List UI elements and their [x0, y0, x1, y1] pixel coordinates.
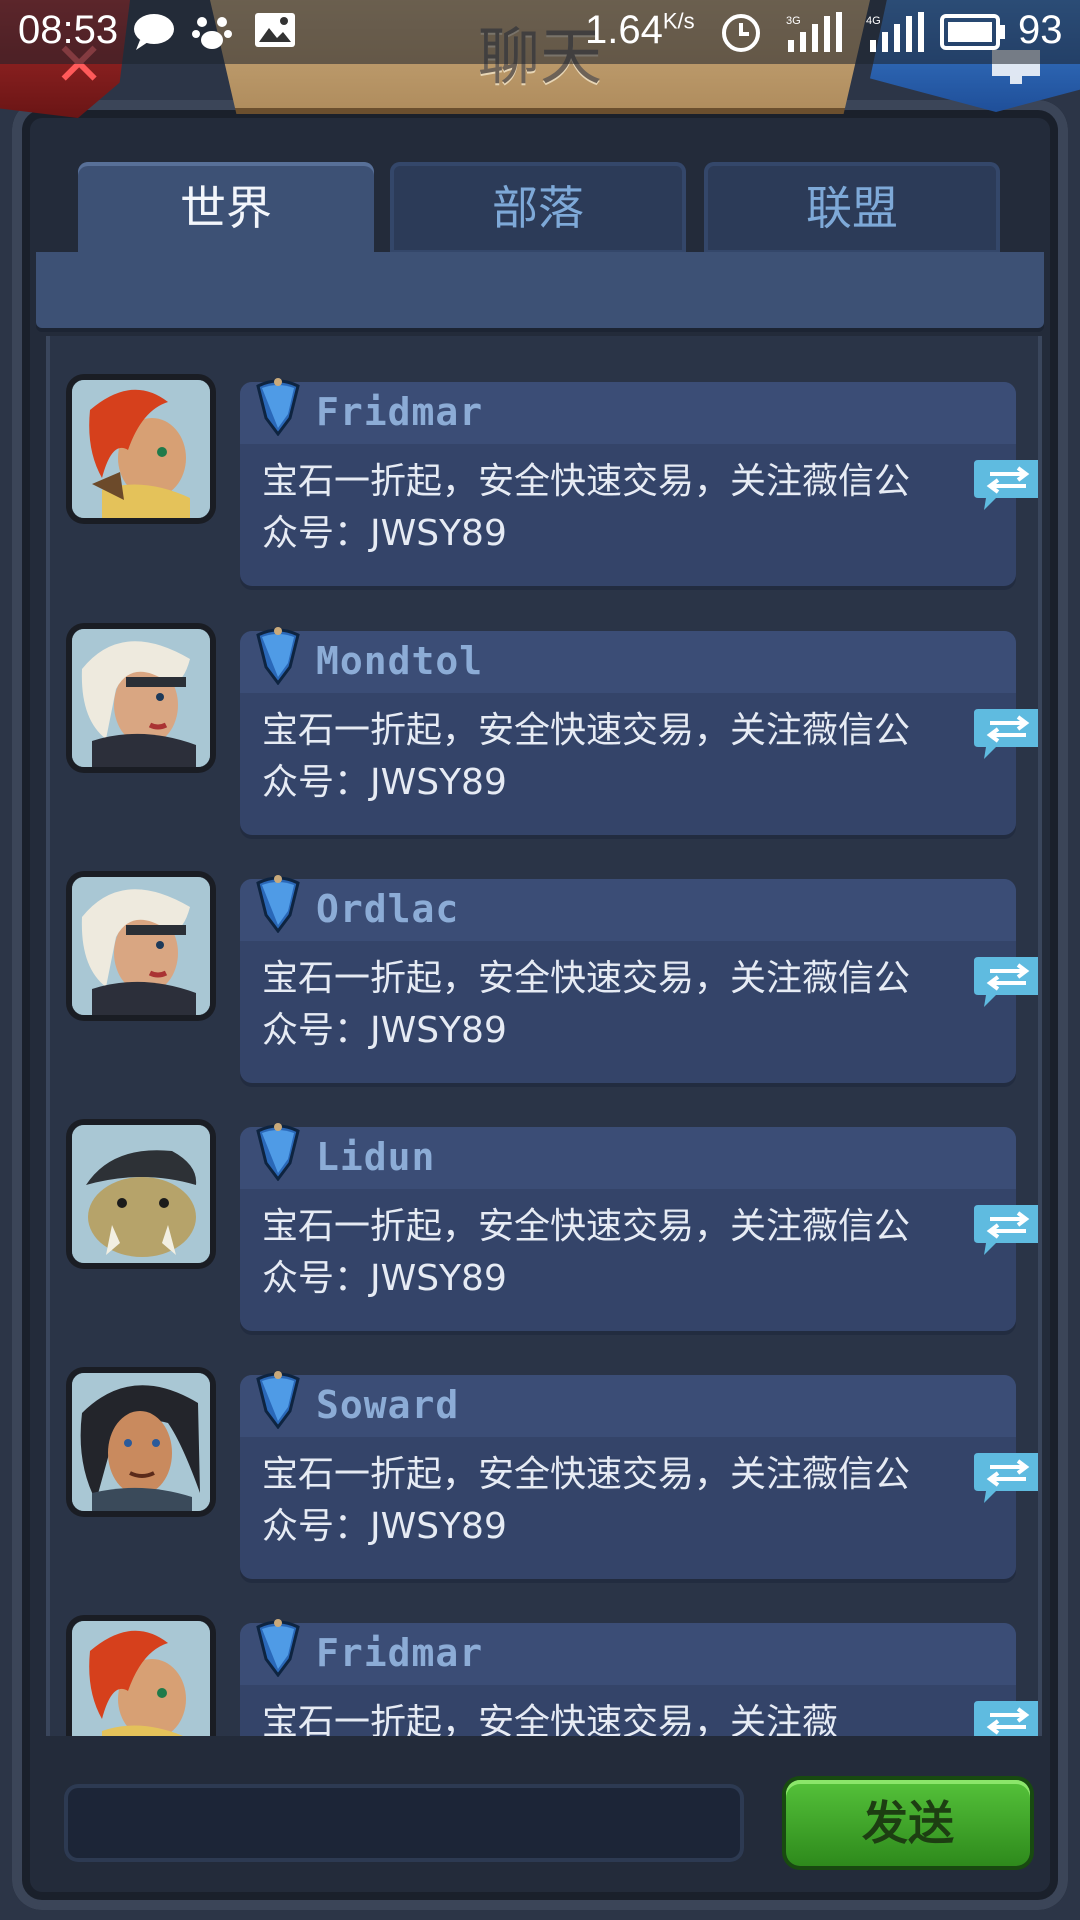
translate-icon[interactable] — [972, 705, 1042, 763]
message-bubble: Fridmar 宝石一折起，安全快速交易，关注薇信公众号：JWSY89 — [240, 378, 1038, 586]
sender-name[interactable]: Fridmar — [316, 1631, 483, 1675]
message-text: 宝石一折起，安全快速交易，关注薇信公众号：JWSY89 — [262, 1206, 911, 1299]
tab-tribe[interactable]: 部落 — [390, 162, 686, 254]
red-hair-warrior-avatar[interactable] — [72, 380, 210, 518]
shield-icon — [256, 875, 300, 933]
signal-3g-icon: 3G — [786, 12, 842, 52]
shield-icon — [256, 1123, 300, 1181]
message-text: 宝石一折起，安全快速交易，关注薇 — [262, 1702, 839, 1736]
list-item: Fridmar 宝石一折起，安全快速交易，关注薇 — [50, 1577, 1038, 1736]
shield-icon — [256, 378, 300, 436]
shield-icon — [256, 1371, 300, 1429]
message-bubble: Lidun 宝石一折起，安全快速交易，关注薇信公众号：JWSY89 — [240, 1123, 1038, 1331]
net-speed: 1.64K/s — [585, 8, 695, 52]
sender-name[interactable]: Mondtol — [316, 639, 483, 683]
status-time: 08:53 — [18, 8, 119, 52]
alarm-icon — [722, 14, 760, 52]
list-item: Mondtol 宝石一折起，安全快速交易，关注薇信公众号：JWSY89 — [50, 585, 1038, 835]
sender-name[interactable]: Lidun — [316, 1135, 435, 1179]
signal-4g-icon: 4G — [866, 12, 924, 52]
translate-icon[interactable] — [972, 1201, 1042, 1259]
translate-icon[interactable] — [972, 1449, 1042, 1507]
battery-percent: 93 — [1018, 8, 1063, 52]
sender-name[interactable]: Ordlac — [316, 887, 459, 931]
message-text: 宝石一折起，安全快速交易，关注薇信公众号：JWSY89 — [262, 710, 911, 803]
paw-app-icon — [192, 17, 232, 49]
svg-text:3G: 3G — [786, 15, 801, 27]
message-bubble: Ordlac 宝石一折起，安全快速交易，关注薇信公众号：JWSY89 — [240, 875, 1038, 1083]
message-text: 宝石一折起，安全快速交易，关注薇信公众号：JWSY89 — [262, 958, 911, 1051]
message-bubble: Mondtol 宝石一折起，安全快速交易，关注薇信公众号：JWSY89 — [240, 627, 1038, 835]
message-list[interactable]: Fridmar 宝石一折起，安全快速交易，关注薇信公众号：JWSY89 Mond… — [46, 336, 1042, 1736]
white-hair-woman-avatar[interactable] — [72, 629, 210, 767]
shield-icon — [256, 627, 300, 685]
red-hair-warrior-avatar[interactable] — [72, 1621, 210, 1736]
message-text: 宝石一折起，安全快速交易，关注薇信公众号：JWSY89 — [262, 1454, 911, 1547]
translate-icon[interactable] — [972, 456, 1042, 514]
translate-icon[interactable] — [972, 1697, 1042, 1736]
svg-text:4G: 4G — [866, 15, 881, 27]
list-item: Fridmar 宝石一折起，安全快速交易，关注薇信公众号：JWSY89 — [50, 336, 1038, 586]
message-bubble: Fridmar 宝石一折起，安全快速交易，关注薇 — [240, 1619, 1038, 1736]
image-notification-icon — [255, 13, 295, 47]
dark-hair-man-avatar[interactable] — [72, 1373, 210, 1511]
message-bubble: Soward 宝石一折起，安全快速交易，关注薇信公众号：JWSY89 — [240, 1371, 1038, 1579]
translate-icon[interactable] — [972, 953, 1042, 1011]
battery-icon — [940, 14, 1005, 50]
list-item: Lidun 宝石一折起，安全快速交易，关注薇信公众号：JWSY89 — [50, 1081, 1038, 1331]
tab-world[interactable]: 世界 — [78, 162, 374, 254]
sender-name[interactable]: Fridmar — [316, 390, 483, 434]
shield-icon — [256, 1619, 300, 1677]
white-hair-woman-avatar[interactable] — [72, 877, 210, 1015]
list-item: Ordlac 宝石一折起，安全快速交易，关注薇信公众号：JWSY89 — [50, 833, 1038, 1083]
beast-avatar[interactable] — [72, 1125, 210, 1263]
sender-name[interactable]: Soward — [316, 1383, 459, 1427]
send-button[interactable]: 发送 — [786, 1780, 1030, 1866]
chat-notification-icon — [134, 14, 174, 50]
tab-panel-header — [36, 252, 1044, 328]
tab-alliance[interactable]: 联盟 — [704, 162, 1000, 254]
list-item: Soward 宝石一折起，安全快速交易，关注薇信公众号：JWSY89 — [50, 1329, 1038, 1579]
message-text: 宝石一折起，安全快速交易，关注薇信公众号：JWSY89 — [262, 461, 911, 554]
status-bar: 08:53 1.64K/s 3G 4G 93 — [0, 0, 1080, 64]
chat-input[interactable] — [64, 1784, 744, 1862]
